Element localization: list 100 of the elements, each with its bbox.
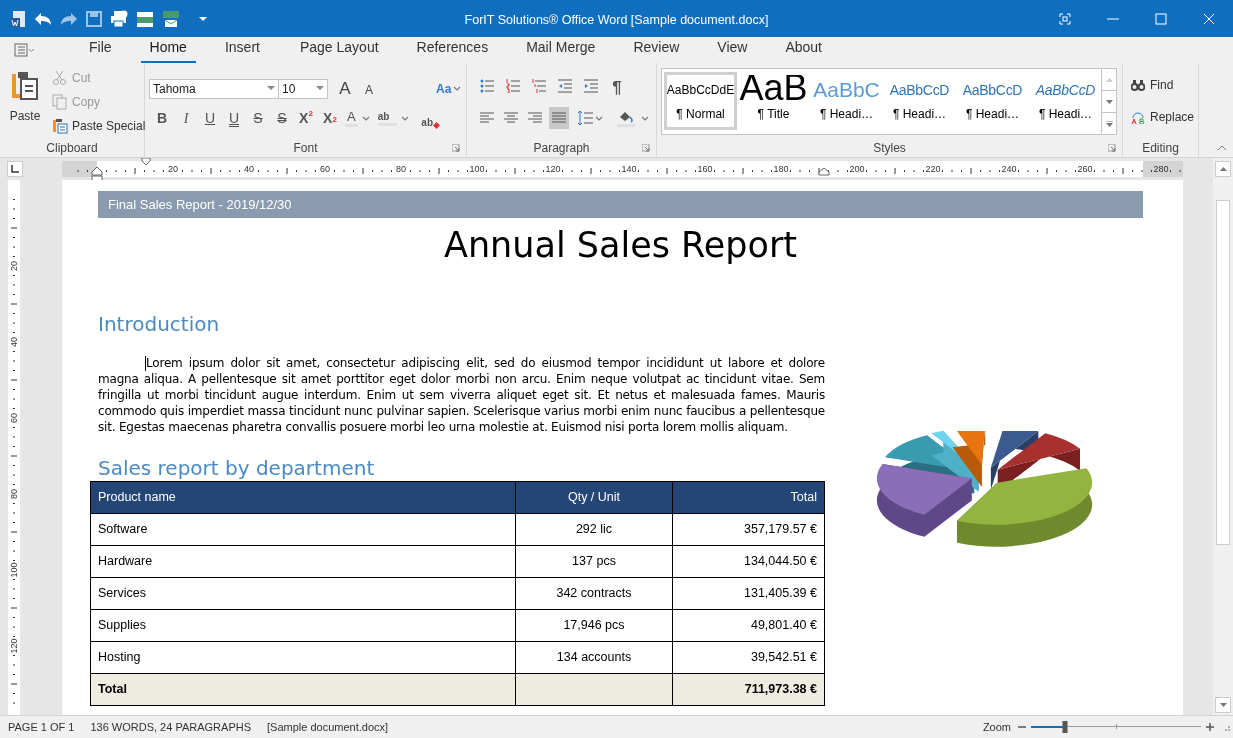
align-left-icon: [480, 111, 494, 125]
ruler-number: 40: [244, 163, 254, 176]
find-button[interactable]: Find: [1131, 76, 1174, 94]
scrollbar-thumb[interactable]: [1216, 200, 1230, 545]
ruler-number: 140: [621, 163, 637, 176]
zoom-in-button[interactable]: [1205, 721, 1215, 733]
style-item[interactable]: AaB ¶ Title: [737, 72, 810, 130]
style-item[interactable]: AaBbCcDdE ¶ Normal: [664, 72, 737, 130]
table-cell: 292 lic: [515, 513, 673, 546]
close-icon: [1203, 12, 1215, 25]
format-button[interactable]: X$^{2}$: [295, 107, 317, 129]
header-band: Final Sales Report - 2019/12/30: [98, 191, 1143, 218]
table-cell: 17,946 pcs: [515, 609, 673, 642]
ruler-number: 280: [1153, 163, 1169, 176]
table-cell: Services: [90, 577, 516, 610]
shrink-font-button[interactable]: A: [360, 81, 378, 100]
table-cell: 137 pcs: [515, 545, 673, 578]
ribbon-tab[interactable]: References: [407, 37, 498, 63]
ribbon-tab[interactable]: Page Layout: [290, 37, 388, 63]
clipboard-icon: [52, 118, 68, 134]
table-cell: 134 accounts: [515, 641, 673, 674]
font-size-field[interactable]: 10: [279, 78, 328, 99]
section-heading: Introduction: [98, 311, 221, 337]
zoom-thumb[interactable]: [1062, 721, 1068, 733]
ruler-number: 80: [396, 163, 406, 176]
replace-icon: [1131, 110, 1145, 124]
change-case-button[interactable]: Aa: [436, 79, 462, 98]
highlight-button[interactable]: ab: [377, 107, 410, 129]
ruler-number: 60: [320, 163, 330, 176]
format-button[interactable]: U: [223, 107, 245, 129]
page-count: PAGE 1 OF 1: [8, 719, 75, 735]
dropdown-icon: [267, 86, 275, 92]
ribbon-tab[interactable]: Mail Merge: [517, 37, 605, 63]
dropdown-icon: [316, 86, 324, 92]
scroll-down-button[interactable]: [1215, 697, 1231, 713]
ruler-number: 60: [8, 410, 20, 426]
zoom-slider[interactable]: [1031, 721, 1201, 733]
style-item[interactable]: AaBbC ¶ Headi…: [810, 72, 883, 130]
ruler-number: 200: [849, 163, 865, 176]
scroll-up-button[interactable]: [1215, 161, 1231, 177]
pdf-mail-icon[interactable]: [162, 9, 180, 28]
ribbon-tab[interactable]: File: [80, 37, 121, 63]
up-arrow-icon: [1219, 167, 1227, 171]
replace-button[interactable]: Replace: [1131, 108, 1195, 126]
ribbon-tab[interactable]: View: [708, 37, 757, 63]
shading-button[interactable]: [617, 109, 649, 127]
text-cursor: [145, 356, 146, 371]
expand-icon: [1105, 120, 1113, 127]
clipboard-button[interactable]: Paste Special: [52, 116, 146, 136]
menu-icon[interactable]: [14, 42, 36, 58]
align-right-icon: [528, 111, 542, 125]
table-cell: 39,542.51 €: [672, 641, 825, 674]
ruler-margin: [1143, 161, 1183, 177]
print-icon[interactable]: [110, 9, 128, 28]
style-item[interactable]: AaBbCcD ¶ Headi…: [1029, 72, 1101, 130]
ribbon-tab[interactable]: About: [776, 37, 831, 63]
clear-format-button[interactable]: ab: [421, 107, 440, 129]
format-button[interactable]: B: [151, 107, 173, 129]
paste-button[interactable]: Paste: [6, 69, 44, 125]
dialog-launcher-icon[interactable]: [1108, 144, 1116, 152]
redo-icon[interactable]: [60, 11, 78, 26]
ruler-number: 20: [8, 258, 20, 274]
font-name-field[interactable]: Tahoma: [149, 78, 279, 99]
maximize-icon: [1155, 12, 1167, 25]
format-button[interactable]: S: [271, 107, 293, 129]
format-button[interactable]: I: [175, 107, 197, 129]
align-center-icon: [504, 111, 518, 125]
eraser-icon: [433, 122, 440, 129]
tab-selector-button[interactable]: [7, 161, 23, 177]
ruler-margin: [62, 161, 97, 177]
style-item[interactable]: AaBbCcD ¶ Headi…: [883, 72, 956, 130]
document-icon[interactable]: [10, 9, 26, 28]
align-button[interactable]: [549, 107, 569, 129]
table-cell: 131,405.39 €: [672, 577, 825, 610]
format-button[interactable]: U: [199, 107, 221, 129]
format-button[interactable]: S: [247, 107, 269, 129]
ribbon-tab[interactable]: Review: [624, 37, 689, 63]
dropdown-icon[interactable]: [198, 14, 208, 23]
font-color-button[interactable]: A: [345, 107, 370, 129]
caret-icon: [453, 86, 462, 92]
style-item[interactable]: AaBbCcD ¶ Headi…: [956, 72, 1029, 130]
undo-icon[interactable]: [34, 11, 52, 26]
ruler-number: 160: [697, 163, 713, 176]
dialog-launcher-icon[interactable]: [452, 144, 460, 152]
file-name: [Sample document.docx]: [267, 719, 389, 735]
show-marks-button[interactable]: ¶: [607, 75, 627, 97]
paint-bucket-icon: [617, 109, 635, 127]
pdf-file-icon[interactable]: [136, 9, 154, 28]
collapse-ribbon-icon[interactable]: [1217, 145, 1227, 151]
save-icon[interactable]: [86, 10, 102, 27]
group-label: Paragraph: [533, 140, 590, 157]
line-spacing-button[interactable]: [577, 110, 603, 126]
fullscreen-icon: [1059, 12, 1071, 25]
table-cell: 357,179.57 €: [672, 513, 825, 546]
dialog-launcher-icon[interactable]: [642, 144, 650, 152]
increase-indent-icon: [584, 79, 598, 93]
ribbon-tab[interactable]: Insert: [215, 37, 269, 63]
plus-icon: [1206, 723, 1214, 731]
grow-font-button[interactable]: A: [336, 76, 354, 102]
indent-marker-icon[interactable]: [818, 167, 830, 176]
